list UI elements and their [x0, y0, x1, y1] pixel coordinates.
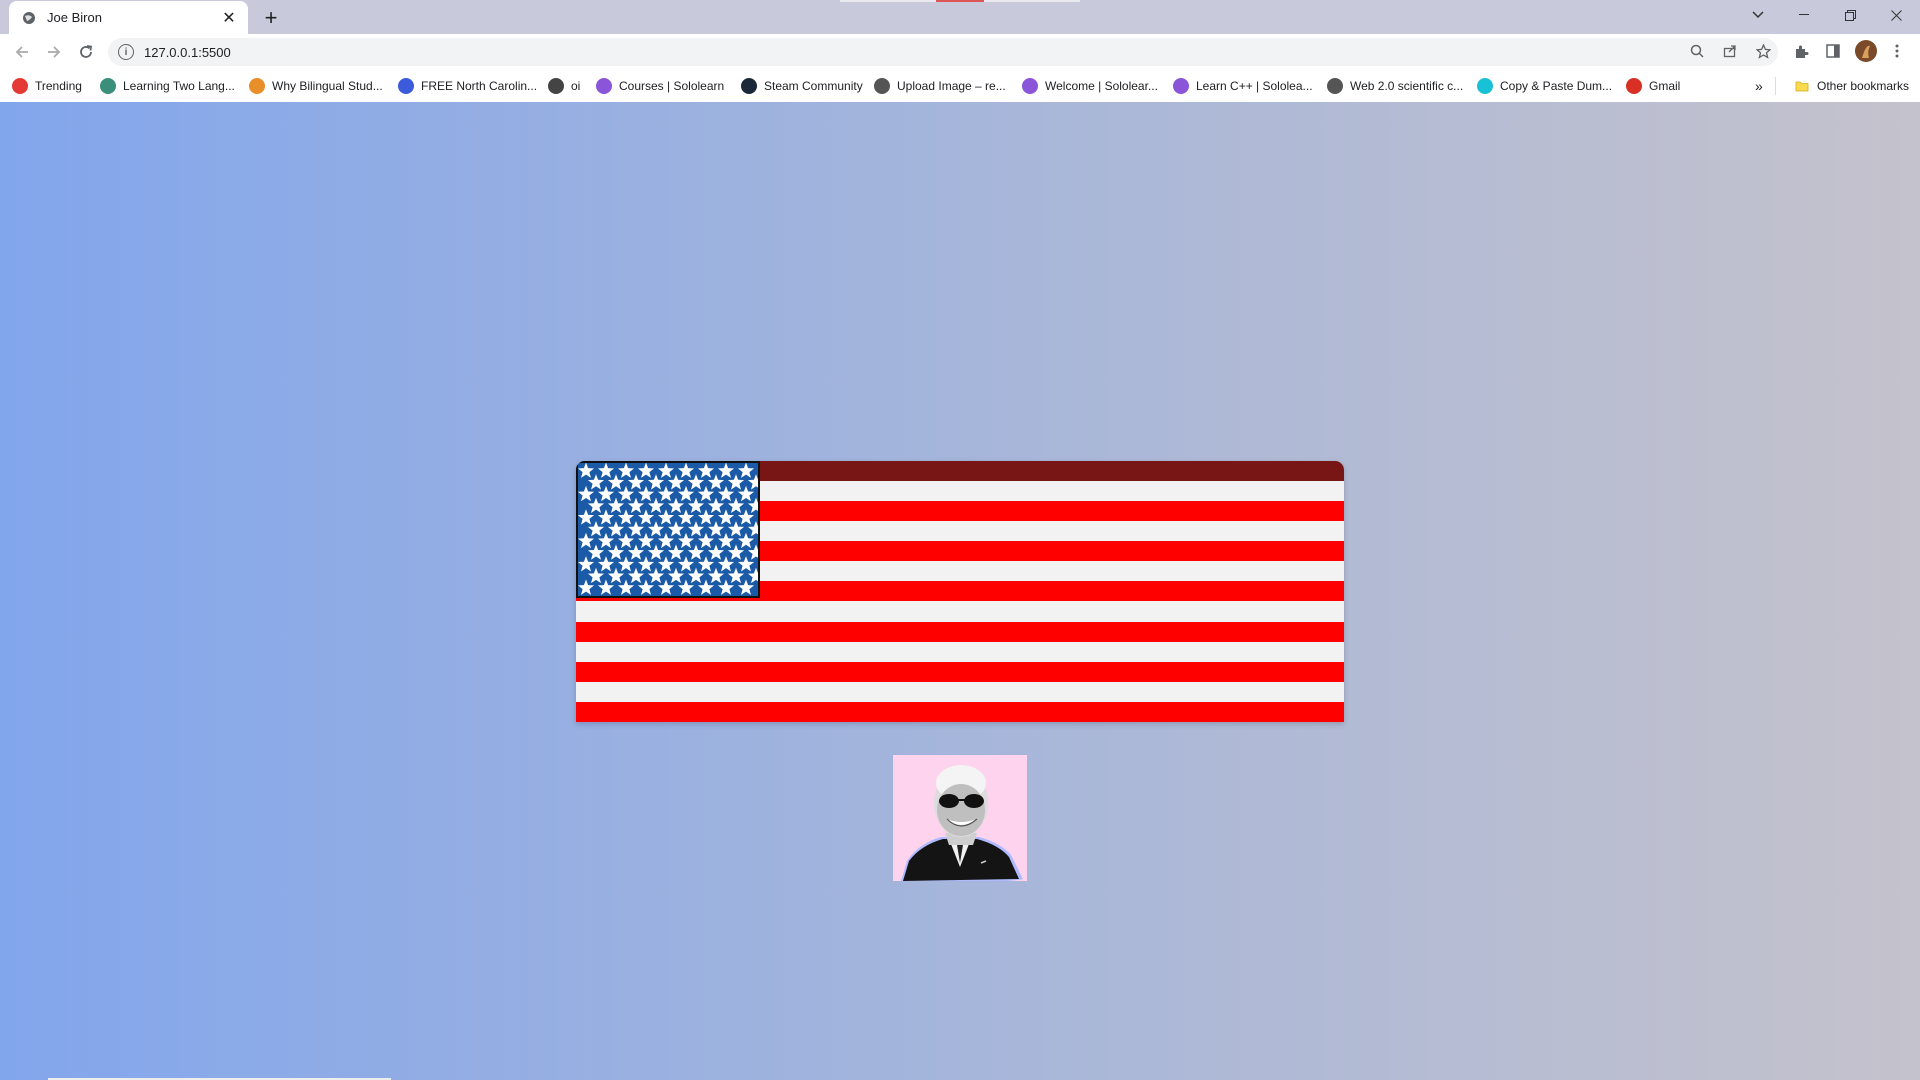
white-stripe: [576, 641, 1344, 662]
flag-star: [737, 462, 755, 478]
address-bar[interactable]: i 127.0.0.1:5500: [108, 38, 1778, 66]
flag-star: [697, 462, 715, 478]
back-arrow-icon[interactable]: [8, 38, 36, 66]
bookmark-label: FREE North Carolin...: [421, 79, 538, 93]
bookmark-item[interactable]: Gmail: [1626, 77, 1680, 95]
bookmark-star-icon[interactable]: [1752, 40, 1774, 62]
close-window-icon[interactable]: [1876, 0, 1916, 30]
bookmark-item[interactable]: Steam Community: [741, 77, 863, 95]
bookmarks-bar: » Other bookmarks Trending Learning Two L…: [0, 70, 1920, 103]
flag-canton: [576, 461, 775, 598]
other-bookmarks-label: Other bookmarks: [1817, 79, 1910, 93]
white-stripe: [576, 601, 1344, 622]
forward-arrow-icon[interactable]: [40, 38, 68, 66]
flag-star: [597, 462, 615, 478]
bookmark-item[interactable]: Why Bilingual Stud...: [249, 77, 383, 95]
bookmark-label: oi: [571, 79, 581, 93]
flag-stars: [577, 462, 775, 595]
bookmark-item[interactable]: Upload Image – re...: [874, 77, 1006, 95]
sololearn-icon: [1022, 78, 1038, 94]
shield-logo-icon: [398, 78, 414, 94]
tab-search-chevron-icon[interactable]: [1738, 0, 1778, 30]
cap-icon: [874, 78, 890, 94]
red-stripe: [576, 621, 1344, 642]
bookmark-item[interactable]: Web 2.0 scientific c...: [1327, 77, 1463, 95]
bookmarks-separator: [1775, 77, 1776, 95]
share-icon[interactable]: [1719, 40, 1741, 62]
calculator-icon: [1327, 78, 1343, 94]
bookmark-item[interactable]: Welcome | Sololear...: [1022, 77, 1158, 95]
zoom-icon[interactable]: [1686, 40, 1708, 62]
white-stripe: [576, 681, 1344, 702]
bookmark-item[interactable]: Trending: [12, 77, 82, 95]
american-flag: [576, 461, 1344, 722]
menu-kebab-icon[interactable]: [1886, 40, 1908, 62]
other-bookmarks[interactable]: Other bookmarks: [1794, 77, 1909, 95]
star-logo-icon: [249, 78, 265, 94]
flag-star: [637, 462, 655, 478]
side-panel-icon[interactable]: [1822, 40, 1844, 62]
toolbar: i 127.0.0.1:5500: [0, 34, 1920, 70]
bookmark-label: Trending: [35, 79, 82, 93]
bookmark-label: Courses | Sololearn: [619, 79, 725, 93]
sololearn-icon: [596, 78, 612, 94]
bookmark-item[interactable]: Courses | Sololearn: [596, 77, 724, 95]
page-viewport: [0, 102, 1920, 1080]
bookmark-label: Upload Image – re...: [897, 79, 1006, 93]
globe-icon: [21, 10, 37, 26]
bookmark-item[interactable]: Learning Two Lang...: [100, 77, 235, 95]
flag-star: [577, 462, 595, 478]
browser-chrome: Joe Biron ✕ + i 127.0.0.1:5500 » Other b…: [0, 0, 1920, 103]
bookmark-item[interactable]: Copy & Paste Dum...: [1477, 77, 1612, 95]
bookmark-item[interactable]: Learn C++ | Sololea...: [1173, 77, 1313, 95]
profile-avatar[interactable]: [1855, 40, 1877, 62]
bookmark-label: Welcome | Sololear...: [1045, 79, 1158, 93]
flag-star: [657, 462, 675, 478]
new-tab-button[interactable]: +: [258, 5, 284, 31]
globe-icon: [548, 78, 564, 94]
bookmark-label: Steam Community: [764, 79, 863, 93]
bookmark-label: Gmail: [1649, 79, 1681, 93]
bookmark-item[interactable]: FREE North Carolin...: [398, 77, 537, 95]
bookmark-label: Web 2.0 scientific c...: [1350, 79, 1464, 93]
restore-icon[interactable]: [1830, 0, 1870, 30]
bookmarks-overflow-button[interactable]: »: [1755, 77, 1763, 95]
flag-star: [617, 462, 635, 478]
site-info-icon[interactable]: i: [118, 44, 134, 60]
biden-portrait-image: [893, 755, 1027, 882]
copy-logo-icon: [1477, 78, 1493, 94]
tab-active[interactable]: Joe Biron ✕: [9, 1, 248, 34]
bookmark-label: Why Bilingual Stud...: [272, 79, 383, 93]
gmail-icon: [1626, 78, 1642, 94]
flag-star: [677, 462, 695, 478]
loading-indicator: [840, 0, 1080, 2]
bookmark-label: Copy & Paste Dum...: [1500, 79, 1613, 93]
youtube-icon: [12, 78, 28, 94]
tab-strip: Joe Biron ✕ +: [0, 0, 1920, 34]
extensions-icon[interactable]: [1790, 40, 1812, 62]
bookmark-item[interactable]: oi: [548, 77, 580, 95]
steam-icon: [741, 78, 757, 94]
sololearn-icon: [1173, 78, 1189, 94]
globe-icon: [100, 78, 116, 94]
url-text[interactable]: 127.0.0.1:5500: [144, 45, 231, 60]
flag-star: [717, 462, 735, 478]
red-stripe: [576, 661, 1344, 682]
folder-icon: [1794, 78, 1810, 94]
minimize-icon[interactable]: [1784, 0, 1824, 30]
close-tab-icon[interactable]: ✕: [219, 8, 239, 28]
bookmark-label: Learning Two Lang...: [123, 79, 235, 93]
red-stripe: [576, 701, 1344, 722]
bookmark-label: Learn C++ | Sololea...: [1196, 79, 1313, 93]
reload-icon[interactable]: [72, 38, 100, 66]
tab-title: Joe Biron: [47, 10, 102, 25]
